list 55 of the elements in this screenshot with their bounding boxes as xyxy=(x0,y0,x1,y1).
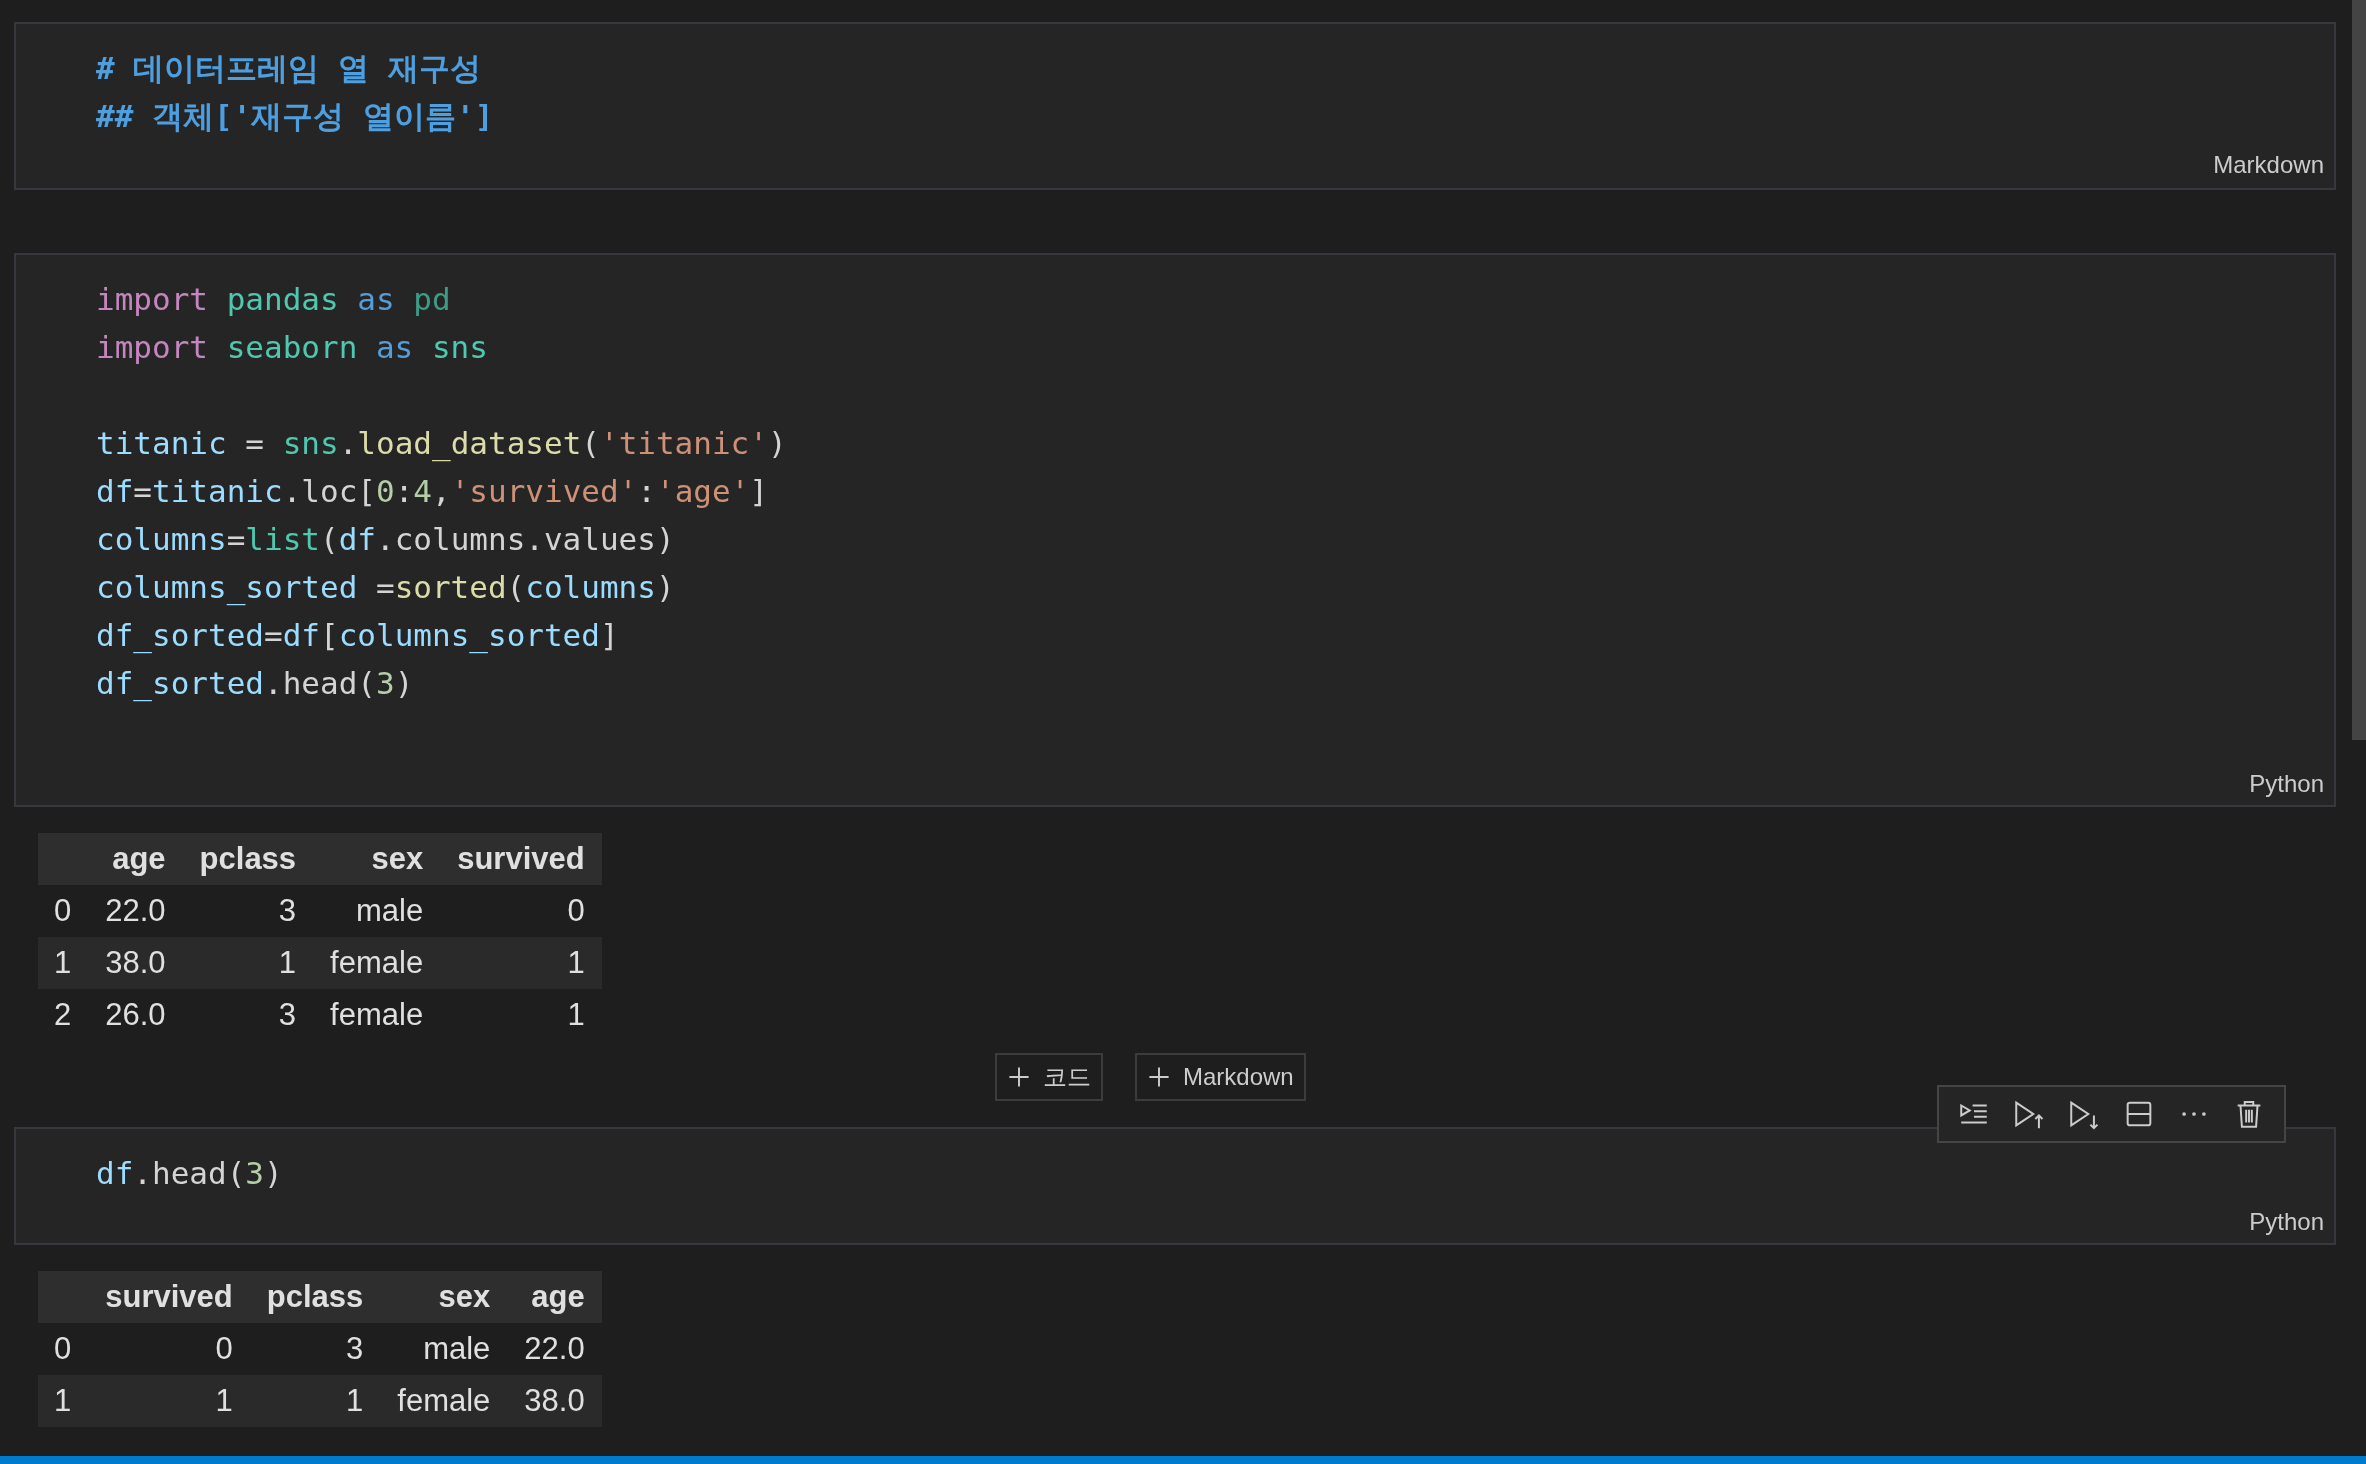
table-cell: 0 xyxy=(567,893,585,928)
table-cell: female xyxy=(397,1383,491,1418)
table-cell: 22.0 xyxy=(105,893,166,928)
table-cell: 1 xyxy=(278,945,297,980)
row-index: 2 xyxy=(54,997,72,1032)
markdown-heading: # 데이터프레임 열 재구성 xyxy=(96,49,482,88)
table-cell: 3 xyxy=(346,1331,364,1366)
column-header: age xyxy=(112,841,166,876)
markdown-heading: ## 객체['재구성 열이름'] xyxy=(96,97,495,136)
table-cell: male xyxy=(423,1331,491,1366)
code-line: df_sorted=df[columns_sorted] xyxy=(96,616,620,656)
table-cell: 26.0 xyxy=(105,997,166,1032)
row-index: 0 xyxy=(54,1331,72,1366)
add-cell-button[interactable]: Markdown xyxy=(1135,1053,1306,1101)
column-header: pclass xyxy=(199,841,297,876)
code-line: import pandas as pd xyxy=(96,280,452,319)
table-cell: 3 xyxy=(278,997,297,1032)
column-header: survived xyxy=(457,841,585,876)
code-cell[interactable]: df.head(3) Python xyxy=(14,1127,2336,1245)
table-cell: female xyxy=(330,997,424,1032)
row-index: 1 xyxy=(54,945,72,980)
column-header: sex xyxy=(371,841,424,876)
code-line: df=titanic.loc[0:4,'survived':'age'] xyxy=(96,472,769,511)
scrollbar[interactable] xyxy=(2352,0,2366,740)
add-cell-button[interactable]: 코드 xyxy=(995,1053,1103,1101)
code-line: df_sorted.head(3) xyxy=(96,664,415,704)
table-cell: male xyxy=(355,893,424,928)
column-header: sex xyxy=(438,1279,491,1314)
column-header: pclass xyxy=(266,1279,364,1314)
table-cell: female xyxy=(330,945,424,980)
table-cell: 1 xyxy=(567,945,585,980)
language-label[interactable]: Python xyxy=(2249,1207,2324,1237)
table-cell: 0 xyxy=(215,1331,233,1366)
table-cell: 38.0 xyxy=(105,945,166,980)
table-cell: 3 xyxy=(278,893,297,928)
code-line: df.head(3) xyxy=(96,1154,284,1193)
column-header: age xyxy=(531,1279,585,1314)
plus-icon xyxy=(1007,1065,1031,1089)
language-label[interactable]: Python xyxy=(2249,769,2324,799)
markdown-cell[interactable]: # 데이터프레임 열 재구성 ## 객체['재구성 열이름'] Markdown xyxy=(14,22,2336,190)
row-index: 1 xyxy=(54,1383,72,1418)
table-cell: 38.0 xyxy=(524,1383,585,1418)
column-header: survived xyxy=(105,1279,233,1314)
table-cell: 1 xyxy=(567,997,585,1032)
code-line: columns_sorted =sorted(columns) xyxy=(96,568,676,608)
code-line: columns=list(df.columns.values) xyxy=(96,520,676,559)
plus-icon xyxy=(1147,1065,1171,1089)
code-line: titanic = sns.load_dataset('titanic') xyxy=(96,424,788,464)
table-cell: 22.0 xyxy=(524,1331,585,1366)
language-label[interactable]: Markdown xyxy=(2213,150,2324,180)
code-line: import seaborn as sns xyxy=(96,328,489,367)
code-cell[interactable] xyxy=(14,253,2336,807)
row-index: 0 xyxy=(54,893,72,928)
table-cell: 1 xyxy=(346,1383,364,1418)
table-cell: 1 xyxy=(215,1383,233,1418)
